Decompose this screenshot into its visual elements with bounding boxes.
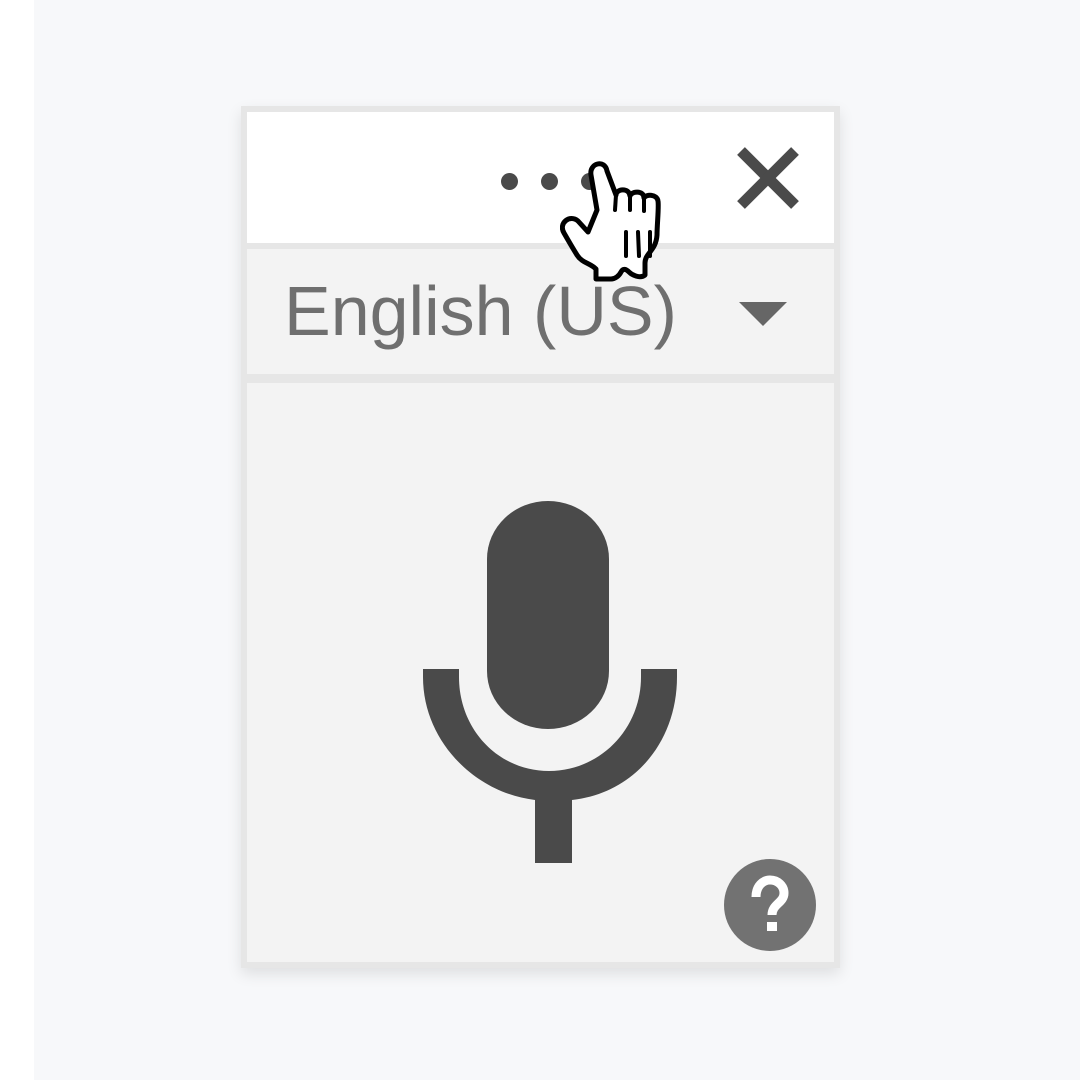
more-horizontal-icon (501, 172, 518, 190)
dialog-titlebar (247, 112, 834, 243)
microphone-icon[interactable] (415, 501, 683, 865)
help-button[interactable] (724, 859, 816, 951)
hand-pointer-icon (560, 161, 661, 282)
more-horizontal-icon-dot (541, 172, 558, 190)
close-button[interactable] (731, 142, 807, 218)
help-icon (751, 875, 789, 931)
close-icon (737, 147, 799, 209)
caret-down-icon (739, 302, 787, 326)
voice-input-dialog: English (US) (241, 106, 840, 968)
language-selector[interactable]: English (US) (247, 243, 834, 374)
dialog-body (247, 374, 834, 962)
